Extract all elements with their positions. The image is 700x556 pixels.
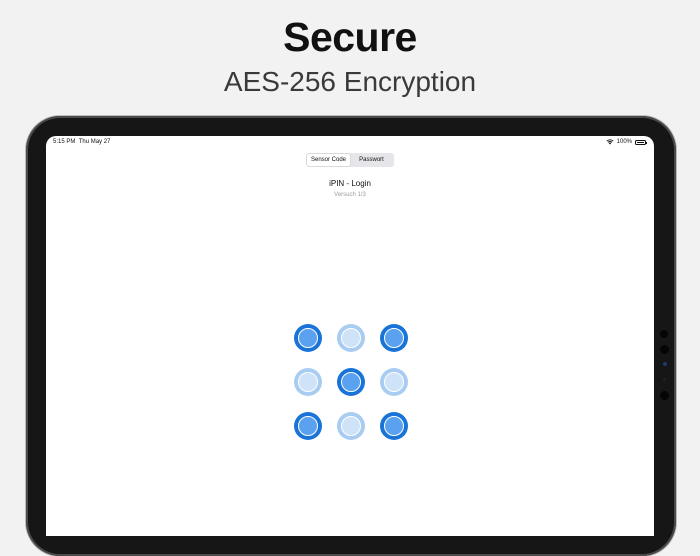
speaker-dot [660,391,669,400]
pattern-node-inner [341,372,361,392]
auth-method-segmented-control[interactable]: Sensor Code Passwort [306,153,394,167]
status-right: 100% [606,139,647,145]
pattern-node-inner [341,328,361,348]
marketing-headline: Secure [283,14,417,60]
pattern-node-9[interactable] [380,412,408,440]
tab-sensor-code[interactable]: Sensor Code [307,154,350,166]
pattern-node-inner [341,416,361,436]
pattern-node-8[interactable] [337,412,365,440]
attempt-counter: Versuch 1/3 [334,192,366,198]
status-time-date: 5:15 PM Thu May 27 [53,139,110,145]
tab-passwort[interactable]: Passwort [350,154,393,166]
pattern-node-2[interactable] [337,324,365,352]
pattern-node-3[interactable] [380,324,408,352]
login-title: iPIN - Login [329,179,371,188]
pattern-node-1[interactable] [294,324,322,352]
side-button-dot [660,345,669,354]
pattern-node-6[interactable] [380,368,408,396]
mic-dot [663,378,666,381]
pattern-node-7[interactable] [294,412,322,440]
status-time: 5:15 PM [53,139,76,145]
wifi-icon [606,139,614,145]
battery-icon [635,139,647,145]
pattern-node-4[interactable] [294,368,322,396]
pattern-node-inner [298,328,318,348]
battery-percent: 100% [616,139,632,145]
pattern-node-inner [298,416,318,436]
pattern-node-inner [298,372,318,392]
camera-dot [660,330,668,338]
pattern-node-inner [384,416,404,436]
device-screen: 5:15 PM Thu May 27 100% Sensor Code Pass… [46,136,654,536]
pattern-node-inner [384,372,404,392]
pattern-node-inner [384,328,404,348]
status-bar: 5:15 PM Thu May 27 100% [46,136,654,149]
marketing-subheadline: AES-256 Encryption [223,66,477,97]
pattern-node-5[interactable] [337,368,365,396]
status-date: Thu May 27 [78,139,111,145]
sensor-dot [663,362,667,366]
pattern-grid[interactable] [294,324,410,440]
